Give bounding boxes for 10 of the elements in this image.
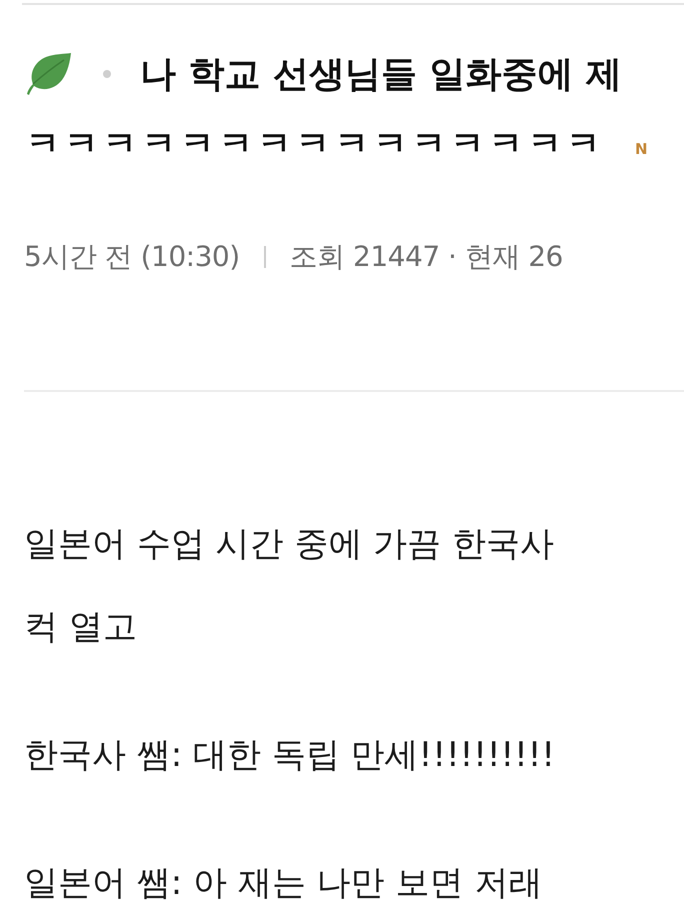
body-paragraph: 한국사 쌤: 대한 독립 만세!!!!!!!!!!: [24, 734, 556, 777]
post-time: 5시간 전 (10:30): [24, 239, 240, 275]
post-title: ㅋㅋㅋㅋㅋㅋㅋㅋㅋㅋㅋㅋㅋㅋㅋ: [26, 124, 605, 164]
leaf-icon: [24, 52, 72, 96]
new-label: N: [635, 140, 648, 158]
body-paragraph: 일본어 쌤: 아 재는 나만 보면 저래: [24, 862, 544, 905]
view-stats: 조회 21447 · 현재 26: [290, 239, 563, 275]
post-title: 나 학교 선생님들 일화중에 제: [140, 52, 622, 96]
dot-icon: [103, 70, 111, 78]
body-paragraph: 일본어 수업 시간 중에 가끔 한국사 컥 열고: [24, 523, 556, 649]
